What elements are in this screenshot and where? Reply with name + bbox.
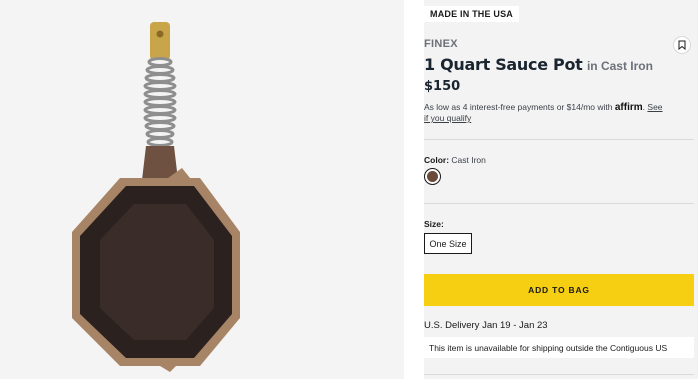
helper-lip <box>160 366 176 372</box>
swatch-fill <box>427 171 438 182</box>
product-price: $150 <box>424 79 461 94</box>
color-swatch-cast-iron[interactable] <box>424 168 441 185</box>
sauce-pot-illustration <box>72 22 240 372</box>
color-value: Cast Iron <box>451 155 486 165</box>
financing-info: As low as 4 interest-free payments or $1… <box>424 102 663 123</box>
divider <box>424 374 694 375</box>
product-image[interactable] <box>0 0 404 379</box>
handle-cap <box>150 22 170 60</box>
size-option-one-size[interactable]: One Size <box>424 233 472 254</box>
financing-text: As low as 4 interest-free payments or $1… <box>424 102 615 112</box>
divider <box>424 203 694 204</box>
shipping-notice: This item is unavailable for shipping ou… <box>424 337 694 358</box>
product-title: 1 Quart Sauce Pot <box>424 55 583 74</box>
divider <box>424 139 694 140</box>
delivery-estimate: U.S. Delivery Jan 19 - Jan 23 <box>424 320 548 331</box>
bookmark-icon <box>678 40 686 50</box>
product-material: in Cast Iron <box>586 59 653 73</box>
pot-bottom <box>100 204 214 340</box>
add-to-bag-button[interactable]: ADD TO BAG <box>424 274 694 306</box>
color-label-key: Color: <box>424 155 450 165</box>
product-title-row: 1 Quart Sauce Pot in Cast Iron <box>424 55 653 75</box>
spring-handle <box>143 57 177 147</box>
made-in-usa-badge: MADE IN THE USA <box>424 6 520 22</box>
size-label-key: Size: <box>424 219 444 229</box>
affirm-logo: affirm <box>614 102 643 113</box>
handle-hole <box>156 30 164 38</box>
product-brand[interactable]: FINEX <box>424 38 458 50</box>
bookmark-button[interactable] <box>673 36 691 54</box>
size-label: Size: <box>424 219 444 229</box>
color-label: Color: Cast Iron <box>424 155 486 165</box>
